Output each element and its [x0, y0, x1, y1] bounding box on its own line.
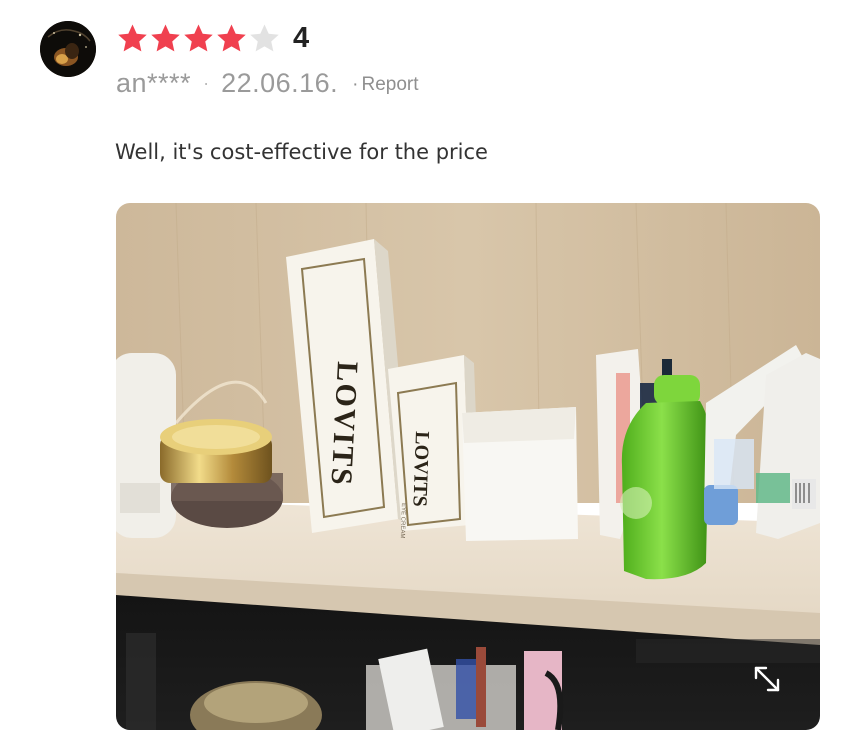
star-icon: [217, 23, 246, 51]
report-separator: ·: [352, 74, 359, 95]
review-photo[interactable]: LOVITS LOVITS EYE CREAM: [116, 203, 820, 730]
meta-separator: ·: [203, 72, 210, 93]
expand-icon[interactable]: [752, 664, 782, 694]
star-icon: [250, 23, 279, 51]
star-icon: [118, 23, 147, 51]
rating-value: 4: [293, 21, 310, 54]
stars: [116, 22, 281, 55]
review-text: Well, it's cost-effective for the price: [115, 140, 488, 164]
brand-box-text: LOVITS: [324, 361, 364, 488]
report-label: Report: [361, 74, 419, 95]
review-meta: an**** · 22.06.16. · Report: [116, 64, 419, 102]
star-rating: 4: [116, 20, 309, 56]
avatar[interactable]: [40, 21, 96, 77]
review-date: 22.06.16.: [221, 67, 339, 98]
author-name: an****: [116, 67, 192, 98]
star-icon: [184, 23, 213, 51]
small-print: EYE CREAM: [399, 503, 406, 539]
review-card: 4 an**** · 22.06.16. · Report Well, it's …: [0, 0, 860, 751]
small-box-text: LOVITS: [408, 431, 433, 507]
report-link[interactable]: · Report: [352, 74, 418, 96]
star-icon: [151, 23, 180, 51]
